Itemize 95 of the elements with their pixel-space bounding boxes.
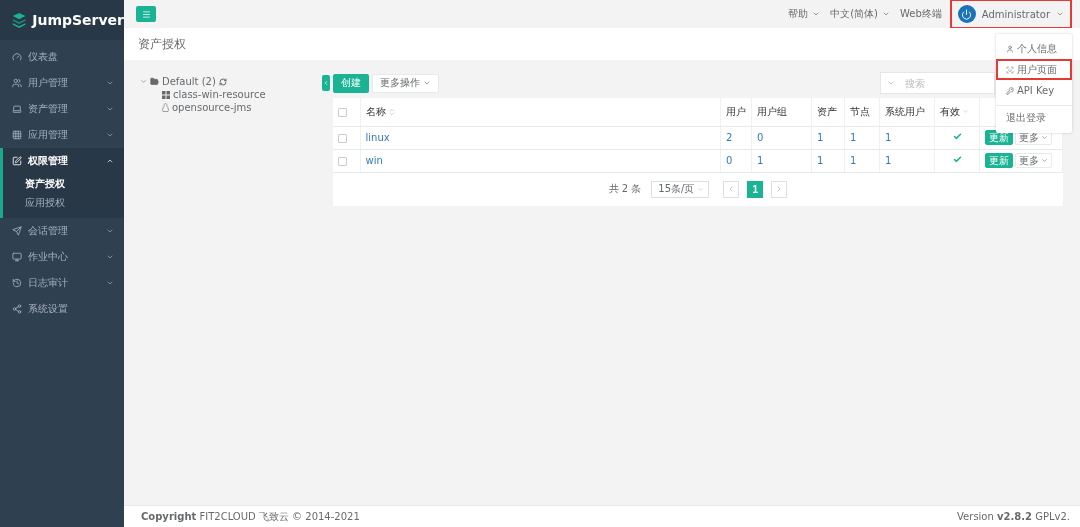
history-icon xyxy=(12,278,22,288)
sidebar-item[interactable]: 资产管理 xyxy=(0,96,124,122)
chevron-down-icon xyxy=(423,79,431,87)
table-link[interactable]: linux xyxy=(365,132,390,143)
sidebar-item[interactable]: 仪表盘 xyxy=(0,44,124,70)
sidebar-subitem[interactable]: 资产授权 xyxy=(3,174,124,193)
chevron-down-icon xyxy=(106,227,114,235)
column-header: 用户组 xyxy=(757,104,787,119)
grid-icon xyxy=(12,130,22,140)
sidebar-item[interactable]: 会话管理 xyxy=(0,218,124,244)
sidebar-item[interactable]: 权限管理 xyxy=(3,148,124,174)
chevron-down-icon xyxy=(1041,134,1048,141)
column-header: 资产 xyxy=(817,104,837,119)
key-icon xyxy=(1006,86,1014,95)
user-icon xyxy=(1006,44,1014,53)
column-header[interactable]: 名称 xyxy=(365,104,386,119)
table-link[interactable]: win xyxy=(365,155,383,166)
sidebar-item[interactable]: 用户管理 xyxy=(0,70,124,96)
table-link[interactable]: 2 xyxy=(726,132,733,143)
more-actions-button[interactable]: 更多操作 xyxy=(372,73,439,93)
refresh-icon[interactable] xyxy=(218,77,227,86)
table-link[interactable]: 1 xyxy=(757,155,764,166)
folder-icon xyxy=(150,77,159,86)
monitor-icon xyxy=(12,252,22,262)
table-link[interactable]: 1 xyxy=(817,132,824,143)
sidebar-item[interactable]: 系统设置 xyxy=(0,296,124,322)
top-link[interactable]: Web终端 xyxy=(900,7,942,21)
sort-icon[interactable] xyxy=(387,107,396,116)
column-header: 节点 xyxy=(850,104,870,119)
face-outline-icon xyxy=(1006,65,1014,74)
send-icon xyxy=(12,226,22,236)
windows-icon xyxy=(162,90,170,99)
more-button[interactable]: 更多 xyxy=(1015,153,1052,168)
column-header: 系统用户 xyxy=(885,104,925,119)
checkbox[interactable] xyxy=(338,133,347,143)
sidebar-subitem[interactable]: 应用授权 xyxy=(3,193,124,212)
table-link[interactable]: 1 xyxy=(885,155,892,166)
table-link[interactable]: 1 xyxy=(885,132,892,143)
tree-leaf[interactable]: opensource-jms xyxy=(172,102,252,113)
table-link[interactable]: 1 xyxy=(817,155,824,166)
tree-leaf[interactable]: class-win-resource xyxy=(173,89,266,100)
menu-icon xyxy=(141,9,151,19)
avatar-icon xyxy=(957,5,976,23)
collapse-tab[interactable] xyxy=(322,75,330,91)
chevron-down-icon xyxy=(106,131,114,139)
menu-item[interactable]: 个人信息 xyxy=(996,38,1072,59)
chevron-down-icon xyxy=(106,79,114,87)
chevron-down-icon xyxy=(106,105,114,113)
table-link[interactable]: 1 xyxy=(850,132,857,143)
top-link[interactable]: 中文(简体) xyxy=(830,7,890,21)
menu-item[interactable]: 用户页面 xyxy=(996,59,1072,80)
chevron-down-icon xyxy=(697,185,705,193)
brand-name: JumpServer xyxy=(32,12,124,28)
page-title: 资产授权 xyxy=(138,35,186,53)
user-menu-button[interactable]: Administrator xyxy=(951,1,1070,27)
laptop-icon xyxy=(12,104,22,114)
version-text: Version v2.8.2 GPLv2. xyxy=(957,511,1070,522)
chevron-down-icon xyxy=(1041,157,1048,164)
column-header: 用户 xyxy=(726,104,746,119)
column-header[interactable]: 有效 xyxy=(940,104,960,119)
table-link[interactable]: 0 xyxy=(757,132,764,143)
menu-item[interactable]: 退出登录 xyxy=(996,105,1072,129)
chevron-down-icon xyxy=(882,10,890,18)
chevron-down-icon xyxy=(106,253,114,261)
table-link[interactable]: 1 xyxy=(850,155,857,166)
sidebar-item[interactable]: 作业中心 xyxy=(0,244,124,270)
edit-icon xyxy=(12,156,22,166)
users-icon xyxy=(12,78,22,88)
prev-page-button[interactable] xyxy=(723,180,740,198)
top-link[interactable]: 帮助 xyxy=(788,7,821,21)
settings-icon xyxy=(12,304,22,314)
sidebar-item[interactable]: 日志审计 xyxy=(0,270,124,296)
checkbox[interactable] xyxy=(338,107,347,117)
chevron-left-icon xyxy=(323,80,329,86)
copyright-text: Copyright FIT2CLOUD 飞致云 © 2014-2021 xyxy=(141,509,360,524)
next-page-button[interactable] xyxy=(771,180,788,198)
chevron-down-icon xyxy=(812,10,821,18)
tree-node[interactable]: Default (2) xyxy=(162,76,216,87)
chevron-down-icon xyxy=(887,79,895,87)
chevron-up-icon xyxy=(106,157,114,165)
page-size-select[interactable]: 15条/页 xyxy=(651,180,710,198)
sidebar-item[interactable]: 应用管理 xyxy=(0,122,124,148)
search-field[interactable]: 搜索 xyxy=(880,72,995,94)
chevron-down-icon xyxy=(962,108,969,116)
logo-icon xyxy=(12,10,27,30)
menu-button[interactable] xyxy=(136,6,156,22)
gauge-icon xyxy=(12,52,22,62)
menu-item[interactable]: API Key xyxy=(996,80,1072,101)
total-count: 共 2 条 xyxy=(608,182,642,196)
chevron-down-icon[interactable] xyxy=(140,78,147,85)
chevron-down-icon xyxy=(1056,10,1064,18)
chevron-down-icon xyxy=(106,279,114,287)
table-link[interactable]: 0 xyxy=(726,155,733,166)
checkbox[interactable] xyxy=(338,156,347,166)
penguin-icon xyxy=(162,103,169,112)
